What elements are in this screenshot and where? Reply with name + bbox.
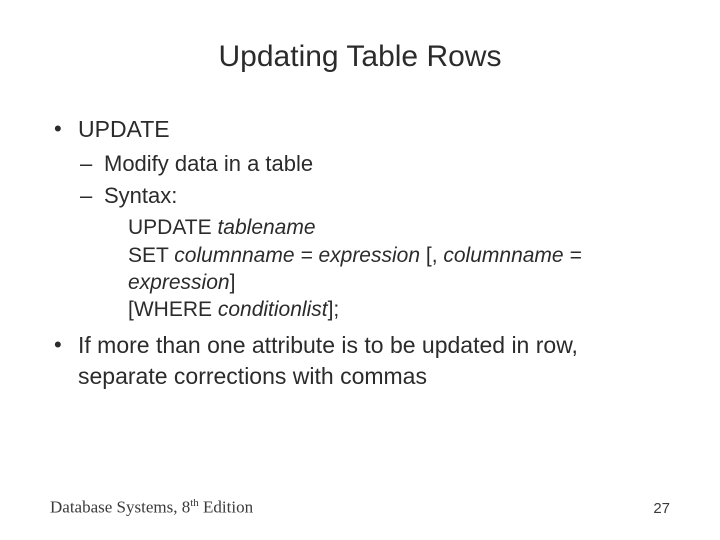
footer-book: Database Systems, 8th Edition: [50, 497, 253, 518]
code-bracket-close: ]: [230, 271, 236, 294]
code-id-tablename: tablename: [217, 216, 315, 239]
dash-list: Modify data in a table Syntax:: [78, 149, 670, 210]
code-kw-set: SET: [128, 244, 174, 267]
code-kw-update: UPDATE: [128, 216, 217, 239]
code-kw-where: [WHERE: [128, 298, 218, 321]
syntax-code-block: UPDATE tablename SET columnname = expres…: [78, 214, 670, 323]
bullet-update: UPDATE Modify data in a table Syntax: UP…: [50, 114, 670, 324]
dash-syntax: Syntax:: [78, 181, 670, 211]
code-line-3: [WHERE conditionlist];: [128, 296, 670, 323]
slide-footer: Database Systems, 8th Edition 27: [50, 497, 670, 518]
footer-ordinal: th: [190, 497, 199, 509]
footer-edition-word: Edition: [199, 498, 253, 517]
code-line-1: UPDATE tablename: [128, 214, 670, 241]
code-bracket-open: [,: [426, 244, 444, 267]
bullet-update-text: UPDATE: [78, 116, 170, 142]
bullet-multi-attribute: If more than one attribute is to be upda…: [50, 330, 670, 392]
code-id-conditionlist: conditionlist: [218, 298, 328, 321]
dash-modify: Modify data in a table: [78, 149, 670, 179]
code-line-2: SET columnname = expression [, columnnam…: [128, 242, 670, 297]
footer-book-title: Database Systems, 8: [50, 498, 190, 517]
code-term: ];: [328, 298, 340, 321]
code-id-colexpr1: columnname = expression: [174, 244, 426, 267]
bullet-list: UPDATE Modify data in a table Syntax: UP…: [50, 114, 670, 392]
page-number: 27: [653, 500, 670, 517]
slide-title: Updating Table Rows: [50, 40, 670, 74]
